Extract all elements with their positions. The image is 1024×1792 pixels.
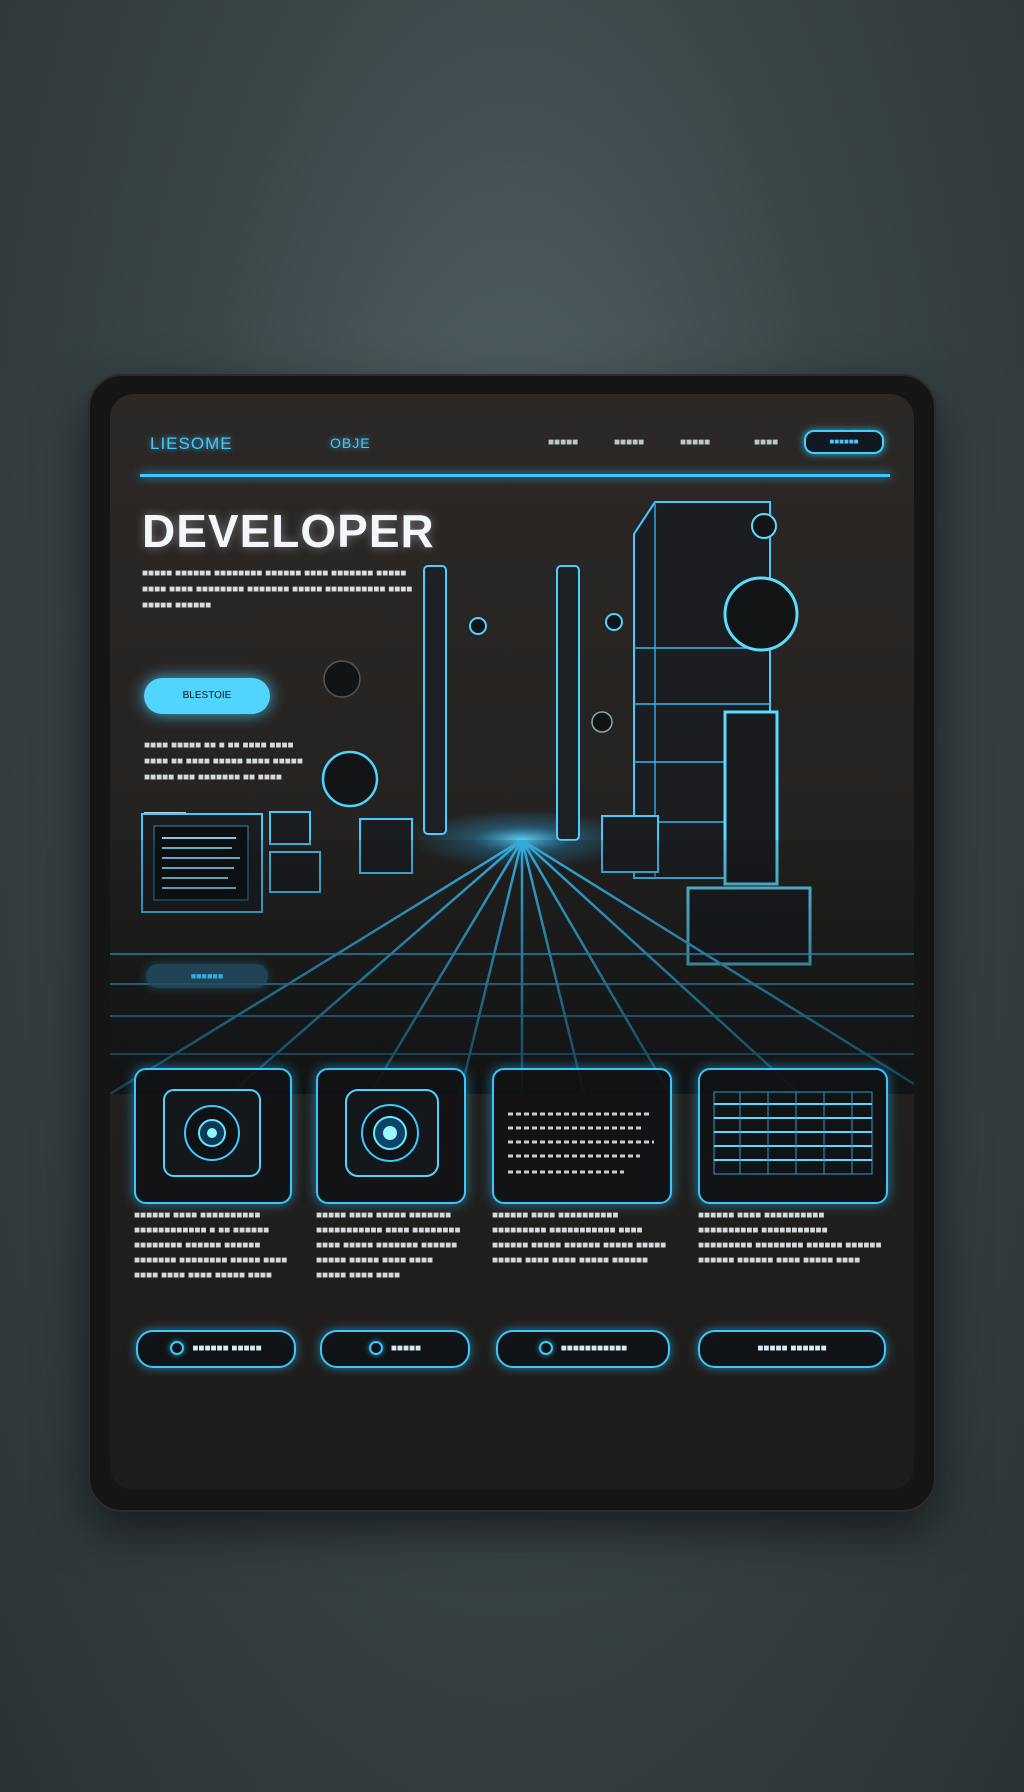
circle-icon [538,1341,553,1356]
light-pillars [423,565,580,841]
hero-divider [144,812,186,813]
secondary-button[interactable]: ■■■■■■ [146,964,268,988]
screen: • • • LIESOME OBJE ■■■■■ ■■■■■ ■■■■■ ■■■… [110,394,914,1490]
document-icon [508,1112,654,1174]
feature-card-4[interactable] [698,1068,888,1204]
card-button-3[interactable]: ■■■■■■■■■■■ [496,1330,670,1368]
card-text-3: ■■■■■■ ■■■■ ■■■■■■■■■■ ■■■■■■■■■ ■■■■■■■… [492,1210,667,1266]
circle-icon [170,1341,185,1356]
card-button-1[interactable]: ■■■■■■ ■■■■■ [136,1330,296,1368]
card-button-label-2: ■■■■■ [390,1343,422,1354]
hero-description: ■■■■■ ■■■■■■ ■■■■■■■■ ■■■■■■ ■■■■ ■■■■■■… [142,568,413,611]
card-button-4[interactable]: ■■■■■ ■■■■■■ [698,1330,886,1368]
card-button-label-3: ■■■■■■■■■■■ [560,1343,628,1354]
card-text-2: ■■■■■ ■■■■ ■■■■■ ■■■■■■■ ■■■■■■■■■■■ ■■■… [316,1210,461,1281]
spreadsheet-icon [713,1091,873,1175]
feature-card-2[interactable] [316,1068,466,1204]
card-button-label-4: ■■■■■ ■■■■■■ [757,1343,827,1354]
camera-lens-icon [163,1089,261,1177]
card-text-1: ■■■■■■ ■■■■ ■■■■■■■■■■ ■■■■■■■■■■■■ ■ ■■… [134,1210,288,1281]
circle-icon [368,1341,383,1356]
hero-note: ■■■■ ■■■■■ ■■ ■ ■■ ■■■■ ■■■■ ■■■■ ■■ ■■■… [144,740,303,783]
feature-card-1[interactable] [134,1068,292,1204]
tablet-device: • • • LIESOME OBJE ■■■■■ ■■■■■ ■■■■■ ■■■… [88,374,936,1512]
glowing-orb-icon [345,1089,439,1177]
card-button-2[interactable]: ■■■■■ [320,1330,470,1368]
feature-card-3[interactable] [492,1068,672,1204]
hero-title: DEVELOPER [142,505,435,557]
card-button-label-1: ■■■■■■ ■■■■■ [192,1343,262,1354]
primary-cta-button[interactable]: BLESTOIE [144,678,270,714]
card-text-4: ■■■■■■ ■■■■ ■■■■■■■■■■ ■■■■■■■■■■ ■■■■■■… [698,1210,882,1266]
